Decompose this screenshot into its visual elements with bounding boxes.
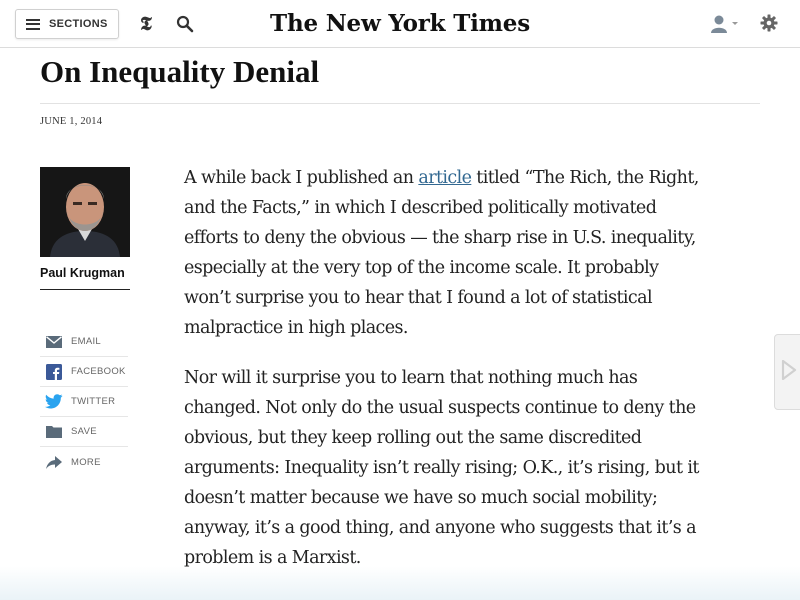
- paragraph-text: titled “The Rich, the Right, and the Fac…: [184, 168, 699, 338]
- gear-icon[interactable]: [760, 14, 778, 32]
- share-save-label: SAVE: [71, 426, 97, 437]
- share-more-label: MORE: [71, 456, 101, 468]
- share-tools: EMAIL FACEBOOK TWITTER SAVE MORE: [40, 327, 128, 477]
- share-more[interactable]: MORE: [40, 447, 128, 477]
- hamburger-icon: [26, 18, 40, 30]
- masthead: SECTIONS 𝕿 The New York Times: [0, 0, 800, 48]
- share-email-label: EMAIL: [71, 336, 102, 347]
- share-save[interactable]: SAVE: [40, 417, 128, 447]
- article-paragraph: A while back I published an article titl…: [184, 163, 704, 343]
- article-link[interactable]: article: [418, 168, 472, 188]
- article-headline: On Inequality Denial: [40, 54, 320, 89]
- share-twitter[interactable]: TWITTER: [40, 387, 128, 417]
- nyt-t-icon[interactable]: 𝕿: [137, 12, 155, 36]
- share-facebook[interactable]: FACEBOOK: [40, 357, 128, 387]
- article-body: A while back I published an article titl…: [184, 163, 704, 593]
- chevron-right-icon: [781, 359, 797, 385]
- article-paragraph: Nor will it surprise you to learn that n…: [184, 368, 699, 568]
- bottom-fade: [0, 566, 800, 600]
- email-icon: [44, 334, 64, 350]
- facebook-icon: [44, 363, 64, 380]
- headline-divider: [40, 103, 760, 104]
- sections-label: SECTIONS: [49, 18, 108, 30]
- paragraph-text: A while back I published an: [184, 168, 419, 188]
- author-name[interactable]: Paul Krugman: [40, 266, 130, 280]
- twitter-icon: [44, 394, 64, 410]
- share-facebook-label: FACEBOOK: [71, 366, 126, 377]
- search-icon[interactable]: [176, 15, 194, 33]
- page: SECTIONS 𝕿 The New York Times On Inequal…: [0, 0, 800, 600]
- user-account-icon[interactable]: [710, 14, 740, 34]
- author-divider: [40, 289, 130, 290]
- article-date: JUNE 1, 2014: [40, 116, 103, 127]
- more-icon: [44, 454, 64, 470]
- next-article-tab[interactable]: [774, 334, 800, 410]
- save-icon: [44, 424, 64, 440]
- share-email[interactable]: EMAIL: [40, 327, 128, 357]
- author-photo[interactable]: [40, 167, 130, 257]
- share-twitter-label: TWITTER: [71, 396, 116, 407]
- nyt-logo[interactable]: The New York Times: [200, 6, 600, 42]
- sections-button[interactable]: SECTIONS: [15, 9, 119, 39]
